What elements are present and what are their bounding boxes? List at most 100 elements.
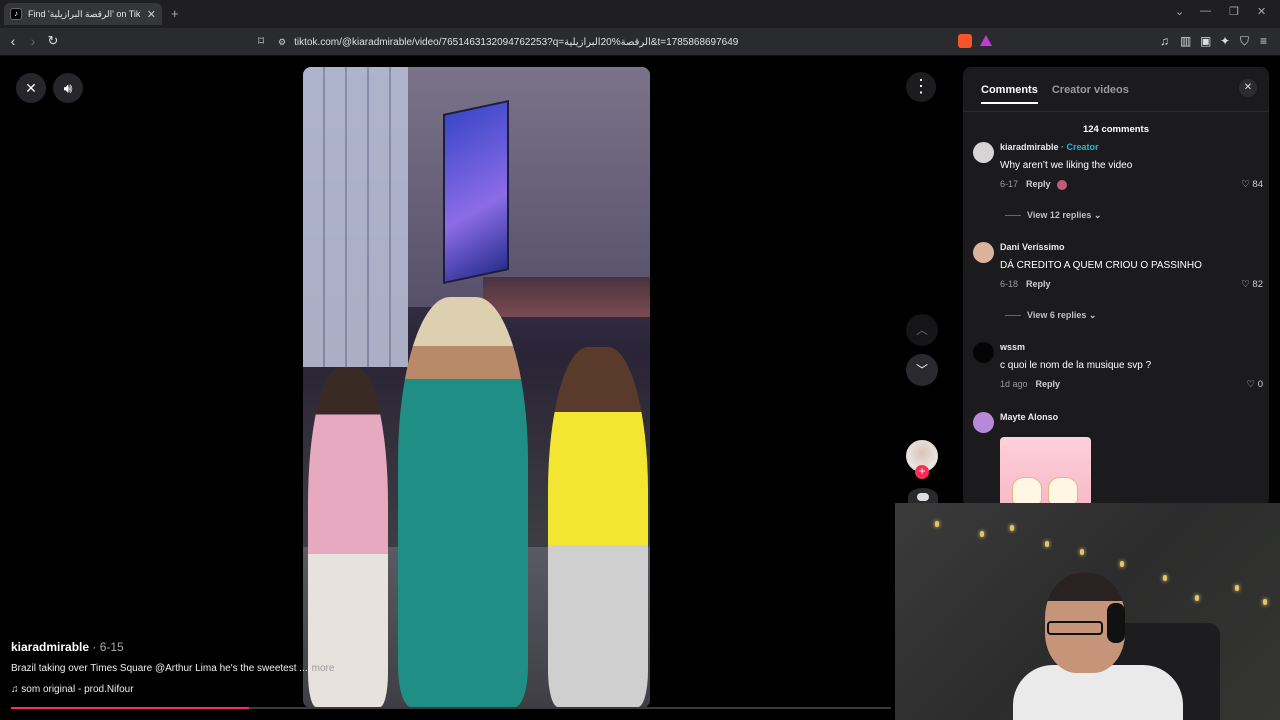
video-username[interactable]: kiaradmirable — [11, 640, 89, 654]
sticker-cat-left — [1012, 477, 1042, 505]
comment-like-button[interactable]: ♡ 84 — [1241, 179, 1263, 190]
video-progress-bar[interactable] — [11, 707, 891, 709]
avatar[interactable] — [973, 342, 994, 363]
comment-like-button[interactable]: ♡ 0 — [1247, 379, 1263, 390]
comment-author[interactable]: Mayte Alonso — [1000, 412, 1058, 422]
comment-date: 6-17 — [1000, 179, 1019, 189]
brave-shields-icon[interactable] — [958, 34, 972, 48]
brave-rewards-icon[interactable] — [980, 35, 992, 46]
previous-video-button[interactable]: ︿ — [906, 314, 938, 346]
comment-item: Dani Veríssimo DÁ CREDITO A QUEM CRIOU O… — [973, 242, 1263, 320]
vpn-shield-icon[interactable]: ⛉ — [1240, 34, 1249, 49]
comment-text: Why aren’t we liking the video — [1000, 160, 1133, 171]
media-icon[interactable]: ♫ — [1160, 34, 1169, 48]
comment-author[interactable]: kiaradmirable · Creator — [1000, 142, 1099, 152]
reply-button[interactable]: Reply — [1026, 279, 1051, 289]
tab-title: Find 'الرقصة البرازيلية' on TikTok — [28, 8, 141, 19]
comment-like-count: 0 — [1257, 379, 1263, 390]
comment-meta: 1d ago Reply — [1000, 379, 1060, 389]
address-bar[interactable]: ⚙ tiktok.com/@kiaradmirable/video/765146… — [278, 31, 1000, 53]
video-progress-fill — [11, 707, 249, 709]
more-vertical-icon: ⋮ — [912, 76, 930, 96]
avatar[interactable] — [973, 142, 994, 163]
comment-count: 124 comments — [1082, 124, 1149, 135]
video-date: · 6-15 — [89, 640, 124, 654]
creator-liked-avatar — [1056, 179, 1067, 190]
restore-icon[interactable]: ❐ — [1229, 5, 1239, 18]
comment-text: DÁ CREDITO A QUEM CRIOU O PASSINHO — [1000, 260, 1202, 271]
comment-text: c quoi le nom de la musique svp ? — [1000, 360, 1152, 371]
speaker-icon: 🔊︎ — [63, 79, 73, 96]
streamer-glasses — [1047, 621, 1103, 635]
comment-like-button[interactable]: ♡ 82 — [1241, 279, 1263, 290]
comment-author[interactable]: Dani Veríssimo — [1000, 242, 1065, 252]
reload-icon[interactable]: ↻ — [44, 33, 62, 49]
video-frame-billboard — [443, 99, 509, 285]
streamer-body — [1013, 665, 1183, 720]
url-text: tiktok.com/@kiaradmirable/video/76514631… — [294, 36, 739, 48]
panel-tabs: Comments Creator videos — [981, 84, 1129, 104]
comment-item: wssm c quoi le nom de la musique svp ? 1… — [973, 342, 1263, 392]
close-icon: ✕ — [1243, 82, 1253, 93]
chevron-down-icon: ﹀ — [915, 363, 928, 377]
view-replies-button[interactable]: View 12 replies ⌄ — [1005, 210, 1101, 221]
headset — [1107, 603, 1125, 643]
comment-like-count: 82 — [1252, 279, 1263, 290]
comment-date: 6-18 — [1000, 279, 1019, 289]
comment-date: 1d ago — [1000, 379, 1028, 389]
tab-comments[interactable]: Comments — [981, 84, 1038, 104]
browser-tab[interactable]: ♪ Find 'الرقصة البرازيلية' on TikTok ✕ — [4, 3, 162, 25]
tab-close-icon[interactable]: ✕ — [147, 8, 156, 21]
wallet-icon[interactable]: ▣ — [1200, 34, 1211, 48]
volume-button[interactable]: 🔊︎ — [53, 73, 83, 103]
creator-badge: · Creator — [1058, 142, 1099, 152]
comment-sticker-image[interactable] — [1000, 437, 1091, 507]
video-frame-dancer-center — [398, 297, 528, 707]
tab-list-chevron-icon[interactable]: ⌄ — [1175, 5, 1184, 18]
view-replies-button[interactable]: View 6 replies ⌄ — [1005, 310, 1096, 321]
back-icon[interactable]: ‹ — [4, 33, 22, 49]
video-description-text: Brazil taking over Times Square @Arthur … — [11, 663, 308, 674]
bookmark-icon[interactable]: ⌑ — [258, 34, 264, 48]
close-video-button[interactable]: ✕ — [16, 73, 46, 103]
video-player[interactable] — [303, 67, 650, 708]
sticker-cat-right — [1048, 477, 1078, 505]
next-video-button[interactable]: ﹀ — [906, 354, 938, 386]
new-tab-icon[interactable]: + — [171, 6, 179, 21]
browser-toolbar: ‹ › ↻ ⌑ ⚙ tiktok.com/@kiaradmirable/vide… — [0, 28, 1280, 56]
reply-button[interactable]: Reply — [1026, 179, 1051, 189]
menu-icon[interactable]: ≡ — [1260, 34, 1267, 48]
close-panel-button[interactable]: ✕ — [1239, 79, 1257, 97]
window-close-icon[interactable]: ✕ — [1257, 5, 1266, 18]
heart-icon — [917, 493, 929, 501]
forward-icon[interactable]: › — [24, 33, 42, 49]
sound-link[interactable]: ♫ som original - prod.Nifour — [11, 684, 134, 695]
minimize-icon[interactable]: — — [1200, 5, 1211, 17]
avatar[interactable] — [973, 412, 994, 433]
close-icon: ✕ — [25, 79, 37, 96]
tab-creator-videos[interactable]: Creator videos — [1052, 84, 1129, 104]
more-link[interactable]: more — [312, 663, 335, 674]
browser-tab-bar: ♪ Find 'الرقصة البرازيلية' on TikTok ✕ +… — [0, 0, 1280, 28]
leo-ai-icon[interactable]: ✦ — [1220, 34, 1230, 48]
comment-meta: 6-17 Reply — [1000, 179, 1067, 190]
more-options-button[interactable]: ⋮ — [906, 72, 936, 102]
video-frame-dancer-left — [308, 367, 388, 707]
video-author[interactable]: kiaradmirable · 6-15 — [11, 640, 124, 654]
avatar[interactable] — [973, 242, 994, 263]
comment-item: kiaradmirable · Creator Why aren’t we li… — [973, 142, 1263, 220]
video-frame-marquee — [483, 277, 650, 317]
sidebar-icon[interactable]: ▥ — [1180, 34, 1191, 48]
site-info-icon[interactable]: ⚙ — [278, 37, 286, 48]
comment-meta: 6-18 Reply — [1000, 279, 1051, 289]
comment-author[interactable]: wssm — [1000, 342, 1025, 352]
comment-like-count: 84 — [1252, 179, 1263, 190]
video-description: Brazil taking over Times Square @Arthur … — [11, 663, 334, 674]
video-frame-dancer-right — [548, 347, 648, 707]
webcam-overlay — [895, 503, 1280, 720]
comments-panel: Comments Creator videos ✕ 124 comments k… — [963, 67, 1269, 507]
chevron-up-icon: ︿ — [915, 323, 928, 337]
follow-plus-icon[interactable]: + — [915, 465, 929, 479]
video-frame-building — [303, 67, 408, 367]
reply-button[interactable]: Reply — [1036, 379, 1061, 389]
